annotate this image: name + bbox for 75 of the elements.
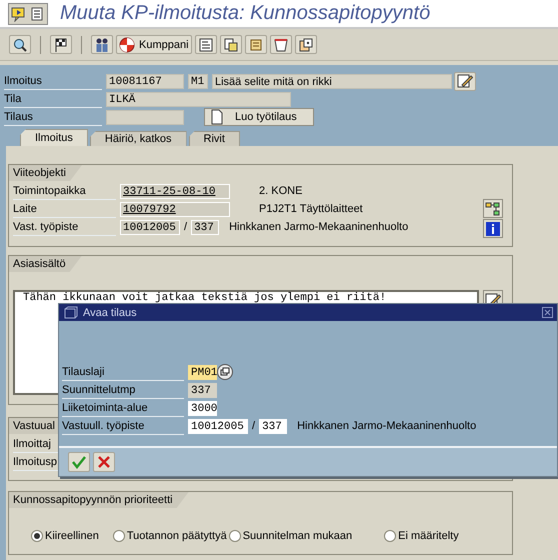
group-title: Kunnossapitopyynnön prioriteetti [9, 492, 189, 508]
field-label: Tilauslaji [62, 364, 184, 380]
group-title: Asiasisältö [9, 256, 82, 272]
speech-bubble-icon [11, 6, 27, 22]
value-field[interactable]: 10079792 [120, 202, 230, 216]
page-icon [209, 109, 225, 125]
description-field[interactable]: Lisää selite mitä on rikki [212, 74, 452, 88]
window-icon [63, 304, 79, 320]
group-title: Viiteobjekti [9, 165, 82, 181]
document-icon [198, 36, 214, 52]
tab[interactable]: Häiriö, katkos [90, 131, 187, 146]
field-label: Liiketoiminta-alue [62, 400, 184, 416]
dialog-title: Avaa tilaus [83, 306, 138, 318]
description-text: Hinkkanen Jarmo-Mekaaninenhuolto [229, 221, 408, 233]
scroll-button[interactable] [244, 35, 267, 54]
flag-button[interactable] [50, 35, 72, 54]
value-help-icon[interactable] [217, 364, 233, 380]
notification-number-field[interactable]: 10081167 [106, 74, 184, 88]
cancel-button[interactable] [93, 452, 115, 472]
window-title: Muuta KP-ilmoitusta: Kunnossapitopyyntö [60, 2, 430, 25]
check-icon [71, 454, 87, 470]
input-field[interactable]: 337 [259, 418, 288, 434]
close-icon [96, 454, 112, 470]
close-icon[interactable] [542, 307, 553, 318]
plant-field[interactable]: 337 [191, 220, 220, 234]
life-buoy-icon [119, 36, 135, 52]
dice-button[interactable] [294, 35, 317, 54]
priority-radio[interactable]: Tuotannon päätyttyä [112, 530, 227, 542]
priority-radio[interactable]: Ei määritelty [384, 530, 459, 542]
scroll-icon [248, 36, 264, 52]
field-label: Tila [4, 90, 102, 108]
text-button[interactable] [194, 35, 217, 54]
confirm-button[interactable] [68, 452, 90, 472]
description-text: 2. KONE [259, 185, 302, 197]
field-label: Toimintopaikka [13, 182, 116, 200]
field-label: Vastuull. työpiste [62, 418, 184, 434]
priority-radio[interactable]: Suunnitelman mukaan [228, 530, 352, 542]
copy-button[interactable] [220, 35, 242, 54]
input-field[interactable]: PM01 [188, 364, 217, 380]
field-label: Vast. työpiste [13, 218, 116, 236]
tab[interactable]: Ilmoitus [20, 129, 88, 146]
description-text: Hinkkanen Jarmo-Mekaaninenhuolto [297, 420, 476, 432]
separator-text: / [184, 221, 188, 233]
field-label: Suunnittelutmp [62, 382, 184, 398]
copy-icon [222, 36, 239, 52]
edit-button[interactable] [454, 72, 476, 90]
flag-icon [53, 36, 69, 52]
work-center-field[interactable]: 10012005 [120, 220, 180, 234]
separator-text: / [252, 420, 256, 432]
create-order-button[interactable]: Luo työtilaus [204, 108, 314, 126]
magnifier-icon [12, 36, 28, 52]
partner-button[interactable]: Kumppani [116, 35, 192, 54]
priority-radio[interactable]: Kiireellinen [31, 530, 99, 542]
dice-icon [298, 36, 314, 52]
list-icon [29, 6, 45, 22]
input-field[interactable]: 3000 [188, 400, 217, 416]
field-label: Tilaus [4, 108, 102, 126]
hierarchy-icon [485, 200, 501, 216]
field-label: Ilmoitus [4, 72, 102, 90]
order-field[interactable] [106, 110, 184, 124]
tab[interactable]: Rivit [188, 131, 240, 146]
people-icon [94, 36, 110, 52]
description-text: P1J2T1 Täyttölaitteet [259, 203, 363, 215]
people-button[interactable] [91, 35, 113, 54]
notification-type-field[interactable]: M1 [188, 74, 208, 88]
info-icon [485, 220, 501, 236]
display-button[interactable] [9, 35, 31, 54]
hierarchy-button[interactable] [483, 199, 503, 218]
status-field: ILKÄ [106, 92, 291, 106]
value-field[interactable]: 33711-25-08-10 [120, 184, 230, 198]
input-field[interactable]: 10012005 [188, 418, 248, 434]
input-field[interactable]: 337 [188, 382, 217, 398]
info-button[interactable] [483, 219, 503, 238]
pencil-icon [457, 73, 473, 89]
field-label: Laite [13, 200, 116, 218]
